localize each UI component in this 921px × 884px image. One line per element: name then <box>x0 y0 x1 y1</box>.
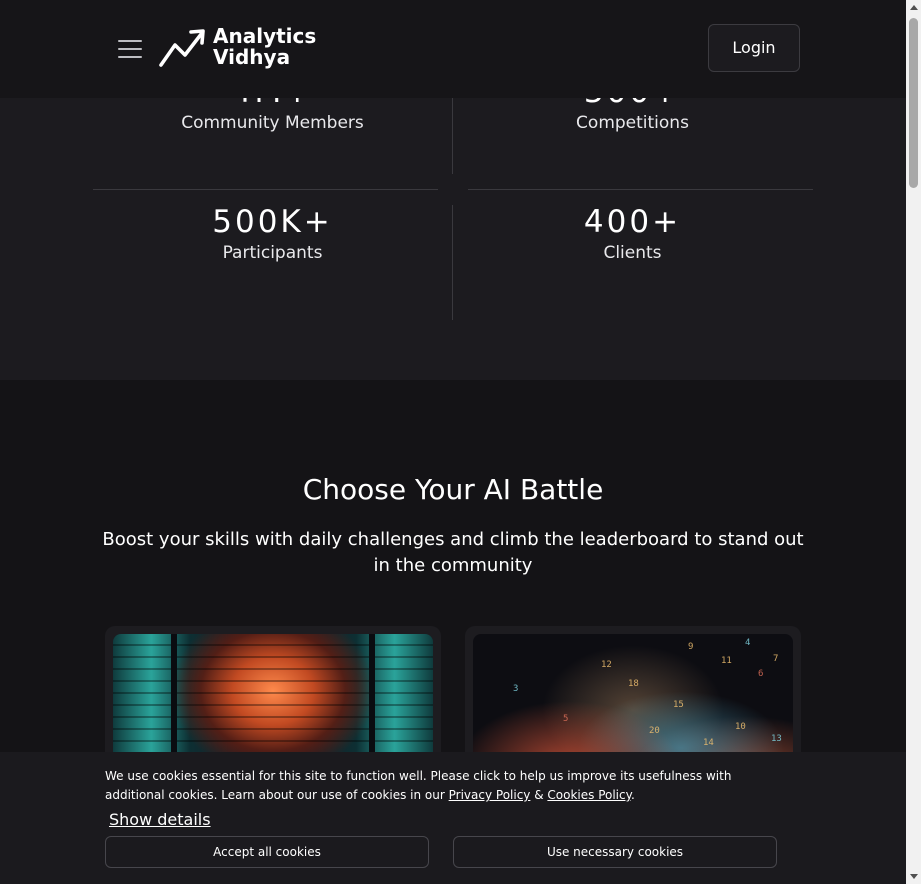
site-header: Analytics Vidhya Login <box>0 0 906 98</box>
divider-vertical <box>452 98 453 174</box>
page-scrollbar[interactable] <box>906 0 921 884</box>
trend-arrow-icon <box>159 29 205 67</box>
logo-line-1: Analytics <box>213 24 317 48</box>
page: 4M+ Community Members 300+ Competitions … <box>0 0 921 884</box>
logo-text: Analytics Vidhya <box>213 26 316 68</box>
logo[interactable]: Analytics Vidhya <box>158 26 318 70</box>
cookie-message: We use cookies essential for this site t… <box>105 767 785 805</box>
stat-label: Clients <box>603 243 662 263</box>
login-button[interactable]: Login <box>708 24 800 72</box>
stat-value: 500K+ <box>212 204 333 240</box>
stat-participants: 500K+ Participants <box>100 204 445 264</box>
stat-value: 400+ <box>583 204 682 240</box>
scrollbar-thumb[interactable] <box>909 18 918 188</box>
scroll-up-arrow-icon[interactable] <box>910 5 918 10</box>
stat-label: Community Members <box>181 113 364 133</box>
hamburger-menu-icon[interactable] <box>116 38 144 60</box>
stat-label: Competitions <box>576 113 689 133</box>
section-subtitle: Boost your skills with daily challenges … <box>102 529 804 576</box>
privacy-policy-link[interactable]: Privacy Policy <box>449 788 531 802</box>
cookie-banner: We use cookies essential for this site t… <box>0 752 906 884</box>
cookie-message-period: . <box>631 788 635 802</box>
cookie-message-text: We use cookies essential for this site t… <box>105 769 732 802</box>
stat-label: Participants <box>222 243 323 263</box>
use-necessary-cookies-button[interactable]: Use necessary cookies <box>453 836 777 868</box>
section-title: Choose Your AI Battle <box>302 473 604 506</box>
stat-clients: 400+ Clients <box>460 204 805 264</box>
logo-line-2: Vidhya <box>213 45 291 69</box>
cookie-message-amp: & <box>530 788 548 802</box>
cookies-policy-link[interactable]: Cookies Policy <box>547 788 631 802</box>
divider-vertical <box>452 205 453 320</box>
divider-horizontal <box>93 189 438 190</box>
accept-all-cookies-button[interactable]: Accept all cookies <box>105 836 429 868</box>
divider-horizontal <box>468 189 813 190</box>
scroll-down-arrow-icon[interactable] <box>910 874 918 879</box>
show-details-link[interactable]: Show details <box>109 810 211 830</box>
